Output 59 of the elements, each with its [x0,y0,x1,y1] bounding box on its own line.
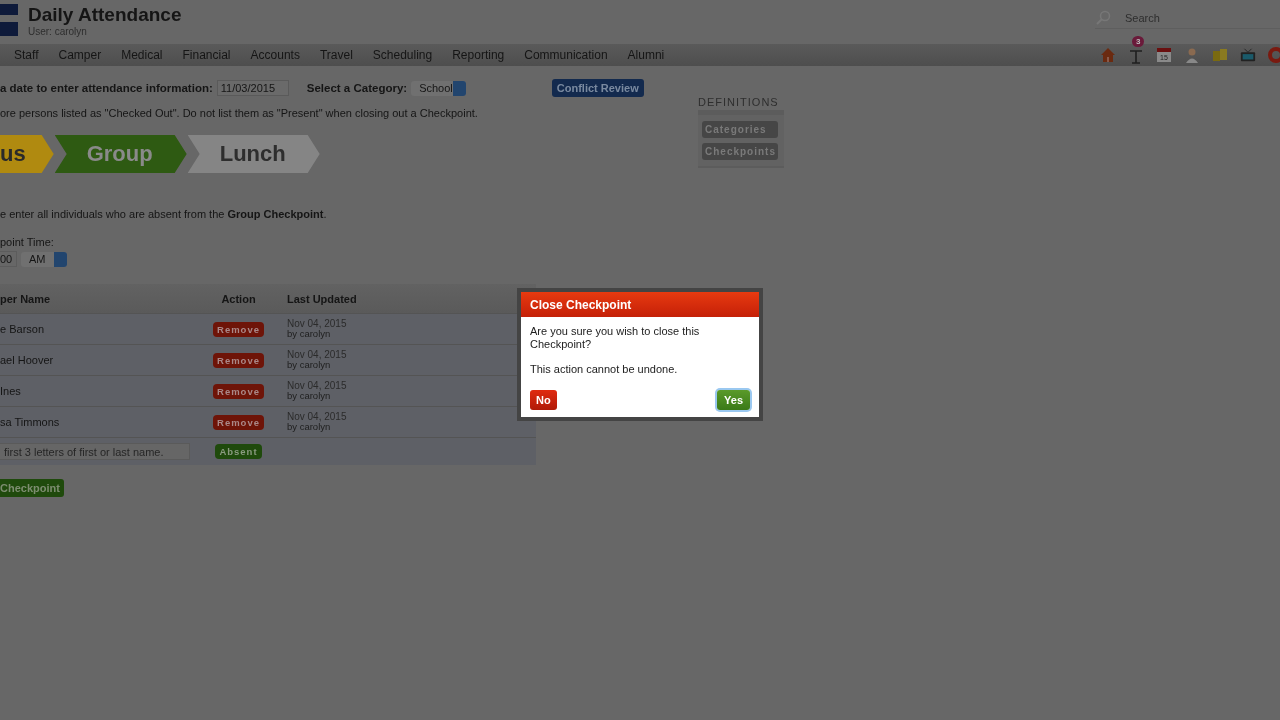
column-header: per Name [0,292,52,305]
step-tab[interactable]: Lunch [187,135,320,173]
ampm-select[interactable]: AM [21,251,67,267]
column-header: Action [220,292,257,305]
category-label: Select a Category: [306,82,408,94]
remove-button[interactable]: Remove [213,352,264,368]
note-text: ore persons listed as "Checked Out". Do not list them as "Present" when closing out a Checkpoint. [0,107,479,119]
column-header: Last Updated [287,292,357,305]
category-select[interactable]: School [411,80,466,96]
lifebuoy-icon[interactable] [1268,47,1280,63]
updated-date: Nov 04, 2015 [287,381,347,391]
date-field[interactable]: 11/03/2015 [216,80,289,96]
remove-button[interactable]: Remove [213,383,264,399]
dialog-warning: This action cannot be undone. [530,363,679,376]
nav-link[interactable]: Travel [319,48,365,62]
absent-button[interactable]: Absent [215,444,262,459]
table-cell-text: sa Timmons [0,416,61,428]
updated-date: Nov 04, 2015 [287,319,347,329]
nav-link[interactable]: Reporting [452,48,517,62]
time-label: point Time: [0,236,55,248]
tv-icon[interactable] [1240,47,1256,63]
close-checkpoint-button[interactable]: Checkpoint [0,479,64,497]
dialog-message: Are you sure you wish to close this Checkpoint? [530,325,701,351]
folders-icon[interactable] [1212,47,1228,63]
updated-date: Nov 04, 2015 [287,350,347,360]
remove-button[interactable]: Remove [213,321,264,337]
no-button[interactable]: No [530,390,557,410]
nav-link[interactable]: Alumni [627,48,677,62]
page-title: Daily Attendance [28,4,182,26]
updated-by: by carolyn [287,360,332,370]
nav-link[interactable]: Communication [524,48,620,62]
time-field[interactable]: 00 [0,251,17,267]
table-cell-text: Ines [0,385,22,397]
nav-link[interactable]: Financial [182,48,243,62]
house-icon[interactable] [1100,47,1116,63]
updated-by: by carolyn [287,391,332,401]
name-search-field[interactable]: first 3 letters of first or last name. [0,443,190,460]
remove-button[interactable]: Remove [213,414,264,430]
flag-logo-icon [0,4,18,36]
nav-link[interactable]: Scheduling [372,48,445,62]
step-tab[interactable]: Group [54,135,187,173]
nav-link[interactable]: Camper [58,48,114,62]
table-cell-text: ael Hoover [0,354,55,366]
date-label: a date to enter attendance information: [0,82,213,94]
yes-button[interactable]: Yes [717,390,750,410]
conflict-review-button[interactable]: Conflict Review [551,79,644,97]
nav-link[interactable]: Accounts [250,48,312,62]
search-field[interactable]: Search [1123,11,1267,25]
updated-by: by carolyn [287,329,332,339]
nav-link[interactable]: Medical [121,48,175,62]
dialog-title: Close Checkpoint [521,292,759,317]
updated-by: by carolyn [287,422,332,432]
table-cell-text: e Barson [0,323,46,335]
notification-badge: 3 [1132,36,1145,47]
nav-link[interactable]: Staff [14,48,51,62]
step-tab[interactable]: us [0,135,54,173]
person-icon[interactable] [1185,47,1199,63]
instruction-text: e enter all individuals who are absent from the Group Checkpoint. [0,208,328,220]
updated-date: Nov 04, 2015 [287,412,347,422]
